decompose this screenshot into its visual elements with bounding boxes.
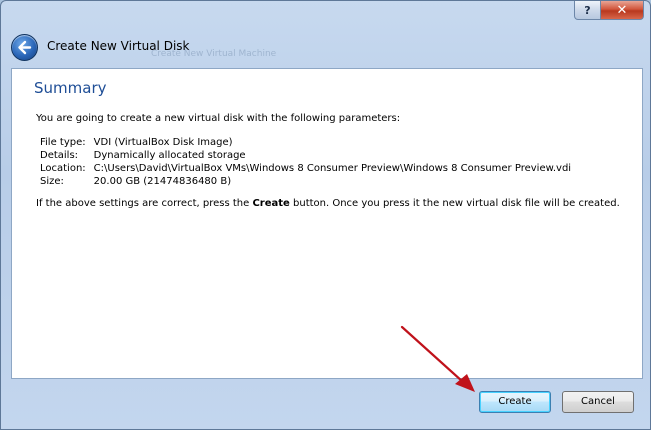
dialog-footer: Create Cancel bbox=[11, 379, 643, 423]
create-button[interactable]: Create bbox=[479, 391, 551, 413]
summary-panel: Summary You are going to create a new vi… bbox=[11, 68, 643, 379]
help-button[interactable]: ? bbox=[574, 1, 601, 20]
param-row-details: Details: Dynamically allocated storage bbox=[40, 149, 571, 162]
param-row-size: Size: 20.00 GB (21474836480 B) bbox=[40, 175, 571, 188]
background-window-title: Create New Virtual Machine bbox=[151, 49, 277, 59]
dialog-window: ? ✕ Create New Virtual Disk Create New V… bbox=[0, 0, 651, 430]
summary-intro: You are going to create a new virtual di… bbox=[36, 113, 401, 124]
param-value: Dynamically allocated storage bbox=[93, 150, 246, 161]
param-value: 20.00 GB (21474836480 B) bbox=[93, 176, 232, 187]
param-label: Location: bbox=[40, 163, 86, 174]
param-label: File type: bbox=[40, 137, 86, 148]
close-button[interactable]: ✕ bbox=[601, 1, 644, 20]
cancel-button[interactable]: Cancel bbox=[562, 391, 634, 413]
note-create-emphasis: Create bbox=[252, 198, 290, 209]
note-text-before: If the above settings are correct, press… bbox=[36, 198, 253, 209]
back-arrow-icon bbox=[18, 40, 32, 55]
back-button[interactable] bbox=[11, 34, 38, 61]
summary-heading: Summary bbox=[34, 79, 107, 97]
param-row-file-type: File type: VDI (VirtualBox Disk Image) bbox=[40, 136, 571, 149]
param-value: VDI (VirtualBox Disk Image) bbox=[93, 137, 233, 148]
param-value: C:\Users\David\VirtualBox VMs\Windows 8 … bbox=[93, 163, 572, 174]
param-label: Details: bbox=[40, 150, 79, 161]
note-text-after: button. Once you press it the new virtua… bbox=[289, 198, 620, 209]
parameters-table: File type: VDI (VirtualBox Disk Image) D… bbox=[40, 136, 571, 188]
confirmation-note: If the above settings are correct, press… bbox=[36, 198, 620, 209]
param-label: Size: bbox=[40, 176, 64, 187]
param-row-location: Location: C:\Users\David\VirtualBox VMs\… bbox=[40, 162, 571, 175]
caption-buttons: ? ✕ bbox=[574, 1, 644, 21]
